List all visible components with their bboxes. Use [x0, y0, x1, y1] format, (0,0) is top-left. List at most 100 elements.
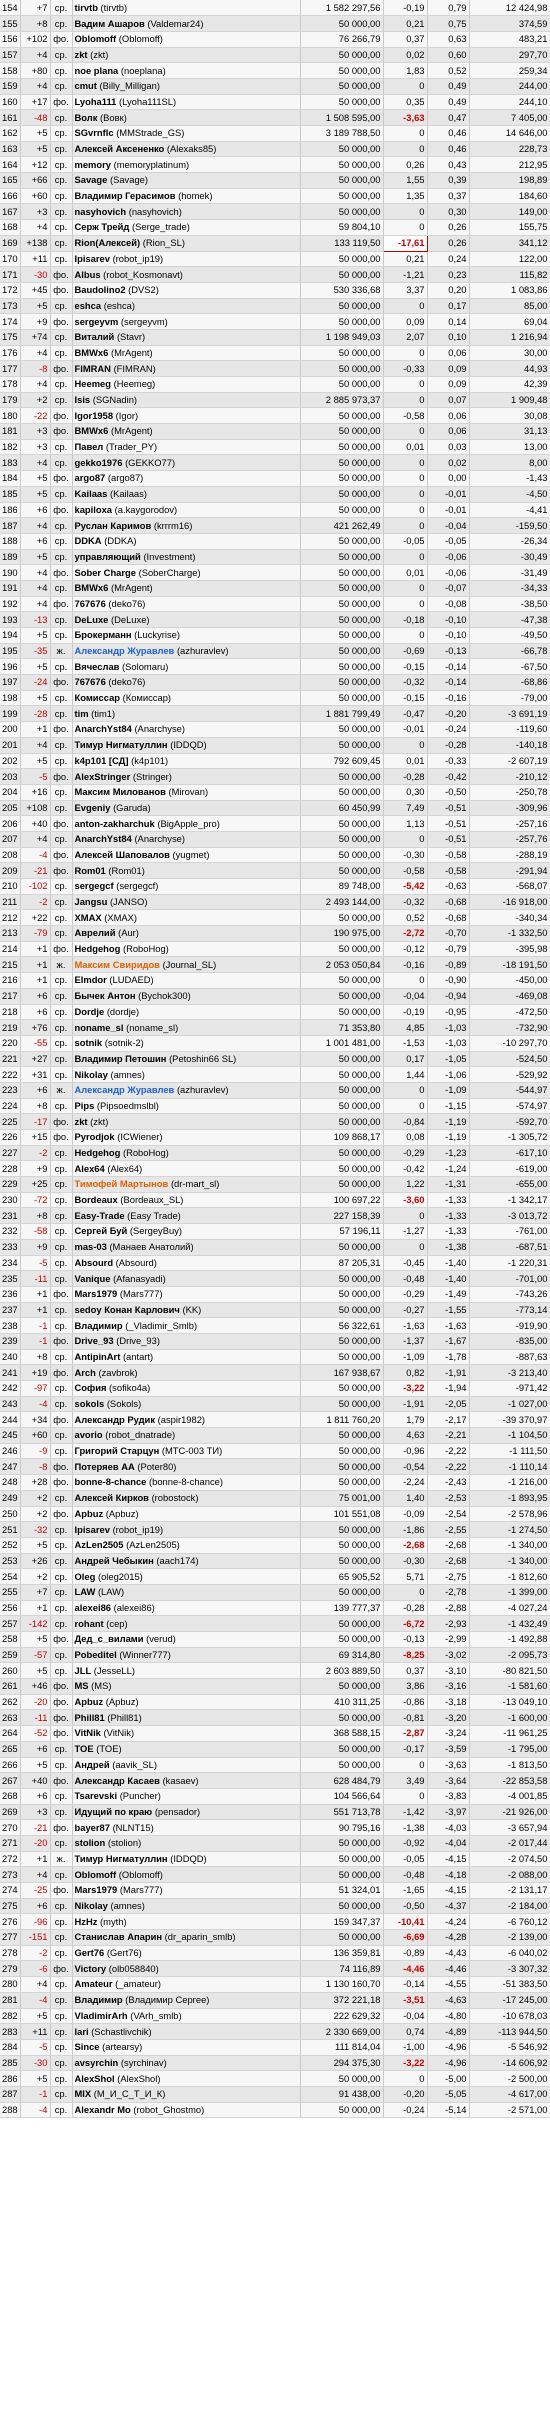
trader-name[interactable]: bayer87 [75, 1822, 110, 1833]
trader-cell[interactable]: Алексей Шаповалов (yugmet) [72, 847, 301, 864]
trader-name[interactable]: Павел [75, 441, 104, 452]
trader-cell[interactable]: Владимир (Владимир Сергее) [72, 1992, 301, 2009]
trader-name[interactable]: Алексей Кирков [75, 1492, 149, 1503]
trader-cell[interactable]: AnarchYst84 (Anarchyse) [72, 831, 301, 848]
trader-cell[interactable]: Oblomoff (Oblomoff) [72, 1866, 301, 1883]
trader-name[interactable]: avsyrchin [75, 2057, 119, 2068]
trader-name[interactable]: Easy-Trade [75, 1210, 125, 1221]
trader-name[interactable]: sokols [75, 1398, 105, 1409]
trader-cell[interactable]: Ipisarev (robot_ip19) [72, 251, 301, 268]
trader-cell[interactable]: eshca (eshca) [72, 298, 301, 315]
trader-name[interactable]: Bordeaux [75, 1194, 118, 1205]
trader-cell[interactable]: bonne-8-chance (bonne-8-chance) [72, 1474, 301, 1491]
trader-cell[interactable]: zkt (zkt) [72, 1113, 301, 1130]
trader-name[interactable]: VitNik [75, 1727, 101, 1738]
trader-cell[interactable]: София (sofiko4a) [72, 1380, 301, 1397]
trader-name[interactable]: Absourd [75, 1257, 114, 1268]
trader-name[interactable]: Alex64 [75, 1163, 105, 1174]
trader-name[interactable]: Бычек Антон [75, 990, 136, 1001]
trader-cell[interactable]: Владимир Герасимов (homek) [72, 188, 301, 205]
trader-cell[interactable]: Heemeg (Heemeg) [72, 376, 301, 393]
trader-name[interactable]: eshca [75, 300, 102, 311]
trader-name[interactable]: Ipisarev [75, 253, 110, 264]
trader-name[interactable]: sergeyvm [75, 316, 119, 327]
trader-cell[interactable]: XMAX (XMAX) [72, 909, 301, 927]
trader-name[interactable]: управляющий [75, 551, 141, 562]
trader-name[interactable]: argo87 [75, 472, 106, 483]
trader-cell[interactable]: Ipisarev (robot_ip19) [72, 1521, 301, 1538]
trader-cell[interactable]: Nikolay (amnes) [72, 1898, 301, 1915]
trader-cell[interactable]: nasyhovich (nasyhovich) [72, 203, 301, 221]
trader-cell[interactable]: MS (MS) [72, 1678, 301, 1695]
trader-name[interactable]: Oleg [75, 1571, 96, 1582]
trader-cell[interactable]: Easy-Trade (Easy Trade) [72, 1207, 301, 1225]
trader-name[interactable]: BMWx6 [75, 425, 109, 436]
trader-name[interactable]: TOE [75, 1743, 94, 1754]
trader-cell[interactable]: sokols (Sokols) [72, 1396, 301, 1413]
trader-name[interactable]: Albus [75, 269, 101, 280]
trader-cell[interactable]: Pobeditel (Winner777) [72, 1647, 301, 1664]
trader-cell[interactable]: Rion(Алексей) (Rion_SL) [72, 235, 301, 252]
trader-cell[interactable]: VitNik (VitNik) [72, 1725, 301, 1742]
trader-cell[interactable]: AzLen2505 (AzLen2505) [72, 1537, 301, 1554]
trader-name[interactable]: Станислав Апарин [75, 1931, 163, 1942]
trader-cell[interactable]: Mars1979 (Mars777) [72, 1286, 301, 1303]
trader-name[interactable]: AzLen2505 [75, 1539, 124, 1550]
trader-cell[interactable]: AlexShol (AlexShol) [72, 2070, 301, 2087]
trader-name[interactable]: zkt [75, 1116, 88, 1127]
trader-cell[interactable]: Потеряев АА (Poter80) [72, 1458, 301, 1476]
trader-cell[interactable]: rohant (cep) [72, 1615, 301, 1632]
trader-name[interactable]: AntipinArt [75, 1351, 121, 1362]
trader-cell[interactable]: Владимир (_Vladimir_Smlb) [72, 1317, 301, 1334]
trader-name[interactable]: Oblomoff [75, 1869, 117, 1880]
trader-name[interactable]: Since [75, 2041, 100, 2052]
trader-cell[interactable]: Андрей (aavik_SL) [72, 1757, 301, 1774]
trader-name[interactable]: Тимур Нигматуллин [75, 739, 168, 750]
trader-name[interactable]: Тимур Нигматуллин [75, 1853, 168, 1864]
trader-name[interactable]: memory [75, 159, 111, 170]
trader-cell[interactable]: Albus (robot_Kosmonavt) [72, 266, 301, 283]
trader-cell[interactable]: Tsarevski (Puncher) [72, 1788, 301, 1805]
trader-cell[interactable]: SGvrnflc (MMStrade_GS) [72, 125, 301, 142]
trader-cell[interactable]: Тимур Нигматуллин (IDDQD) [72, 1851, 301, 1868]
trader-name[interactable]: Александр Касаев [75, 1775, 160, 1786]
trader-cell[interactable]: sotnik (sotnik-2) [72, 1035, 301, 1052]
trader-cell[interactable]: Hedgehog (RoboHog) [72, 1145, 301, 1162]
trader-cell[interactable]: noname_sl (noname_sl) [72, 1019, 301, 1036]
trader-name[interactable]: Руслан Каримов [75, 520, 152, 531]
trader-cell[interactable]: Александр Рудик (aspir1982) [72, 1411, 301, 1429]
trader-name[interactable]: Savage [75, 174, 108, 185]
trader-cell[interactable]: Сергей Буй (SergeyBuy) [72, 1223, 301, 1240]
trader-cell[interactable]: FIMRAN (FIMRAN) [72, 360, 301, 377]
trader-name[interactable]: Андрей Чебыкин [75, 1555, 154, 1566]
trader-name[interactable]: Виталий [75, 331, 115, 342]
trader-cell[interactable]: Григорий Старцун (МТС-003 ТИ) [72, 1443, 301, 1460]
trader-name[interactable]: tim [75, 708, 89, 719]
trader-cell[interactable]: memory (memoryplatinum) [72, 156, 301, 174]
trader-cell[interactable]: Бычек Антон (Bychok300) [72, 988, 301, 1005]
trader-name[interactable]: Alexandr Mo [75, 2104, 131, 2115]
trader-cell[interactable]: Максим Свиридов (Journal_SL) [72, 956, 301, 974]
trader-cell[interactable]: Igor1958 (Igor) [72, 407, 301, 425]
trader-cell[interactable]: Isis (SGNadin) [72, 392, 301, 409]
trader-cell[interactable]: Руслан Каримов (krrrm16) [72, 517, 301, 534]
trader-cell[interactable]: Pyrodjok (ICWiener) [72, 1129, 301, 1146]
trader-cell[interactable]: Since (artearsy) [72, 2039, 301, 2056]
trader-name[interactable]: AlexShol [75, 2073, 115, 2084]
trader-cell[interactable]: Волк (Вовк) [72, 109, 301, 126]
trader-cell[interactable]: Apbuz (Apbuz) [72, 1506, 301, 1523]
trader-name[interactable]: zkt [75, 49, 88, 60]
trader-name[interactable]: Владимир [75, 1320, 123, 1331]
trader-cell[interactable]: Alex64 (Alex64) [72, 1160, 301, 1178]
trader-name[interactable]: 767676 [75, 598, 106, 609]
trader-name[interactable]: Вадим Ашаров [75, 18, 145, 29]
trader-cell[interactable]: Amateur (_amateur) [72, 1976, 301, 1993]
trader-name[interactable]: Александр Журавлев [75, 645, 175, 656]
trader-cell[interactable]: Elmdor (LUDAED) [72, 972, 301, 989]
trader-name[interactable]: Александр Рудик [75, 1414, 156, 1425]
trader-name[interactable]: Apbuz [75, 1696, 104, 1707]
trader-name[interactable]: Pips [75, 1100, 95, 1111]
trader-cell[interactable]: BMWx6 (MrAgent) [72, 423, 301, 440]
trader-cell[interactable]: Вадим Ашаров (Valdemar24) [72, 15, 301, 32]
trader-name[interactable]: BMWx6 [75, 347, 109, 358]
